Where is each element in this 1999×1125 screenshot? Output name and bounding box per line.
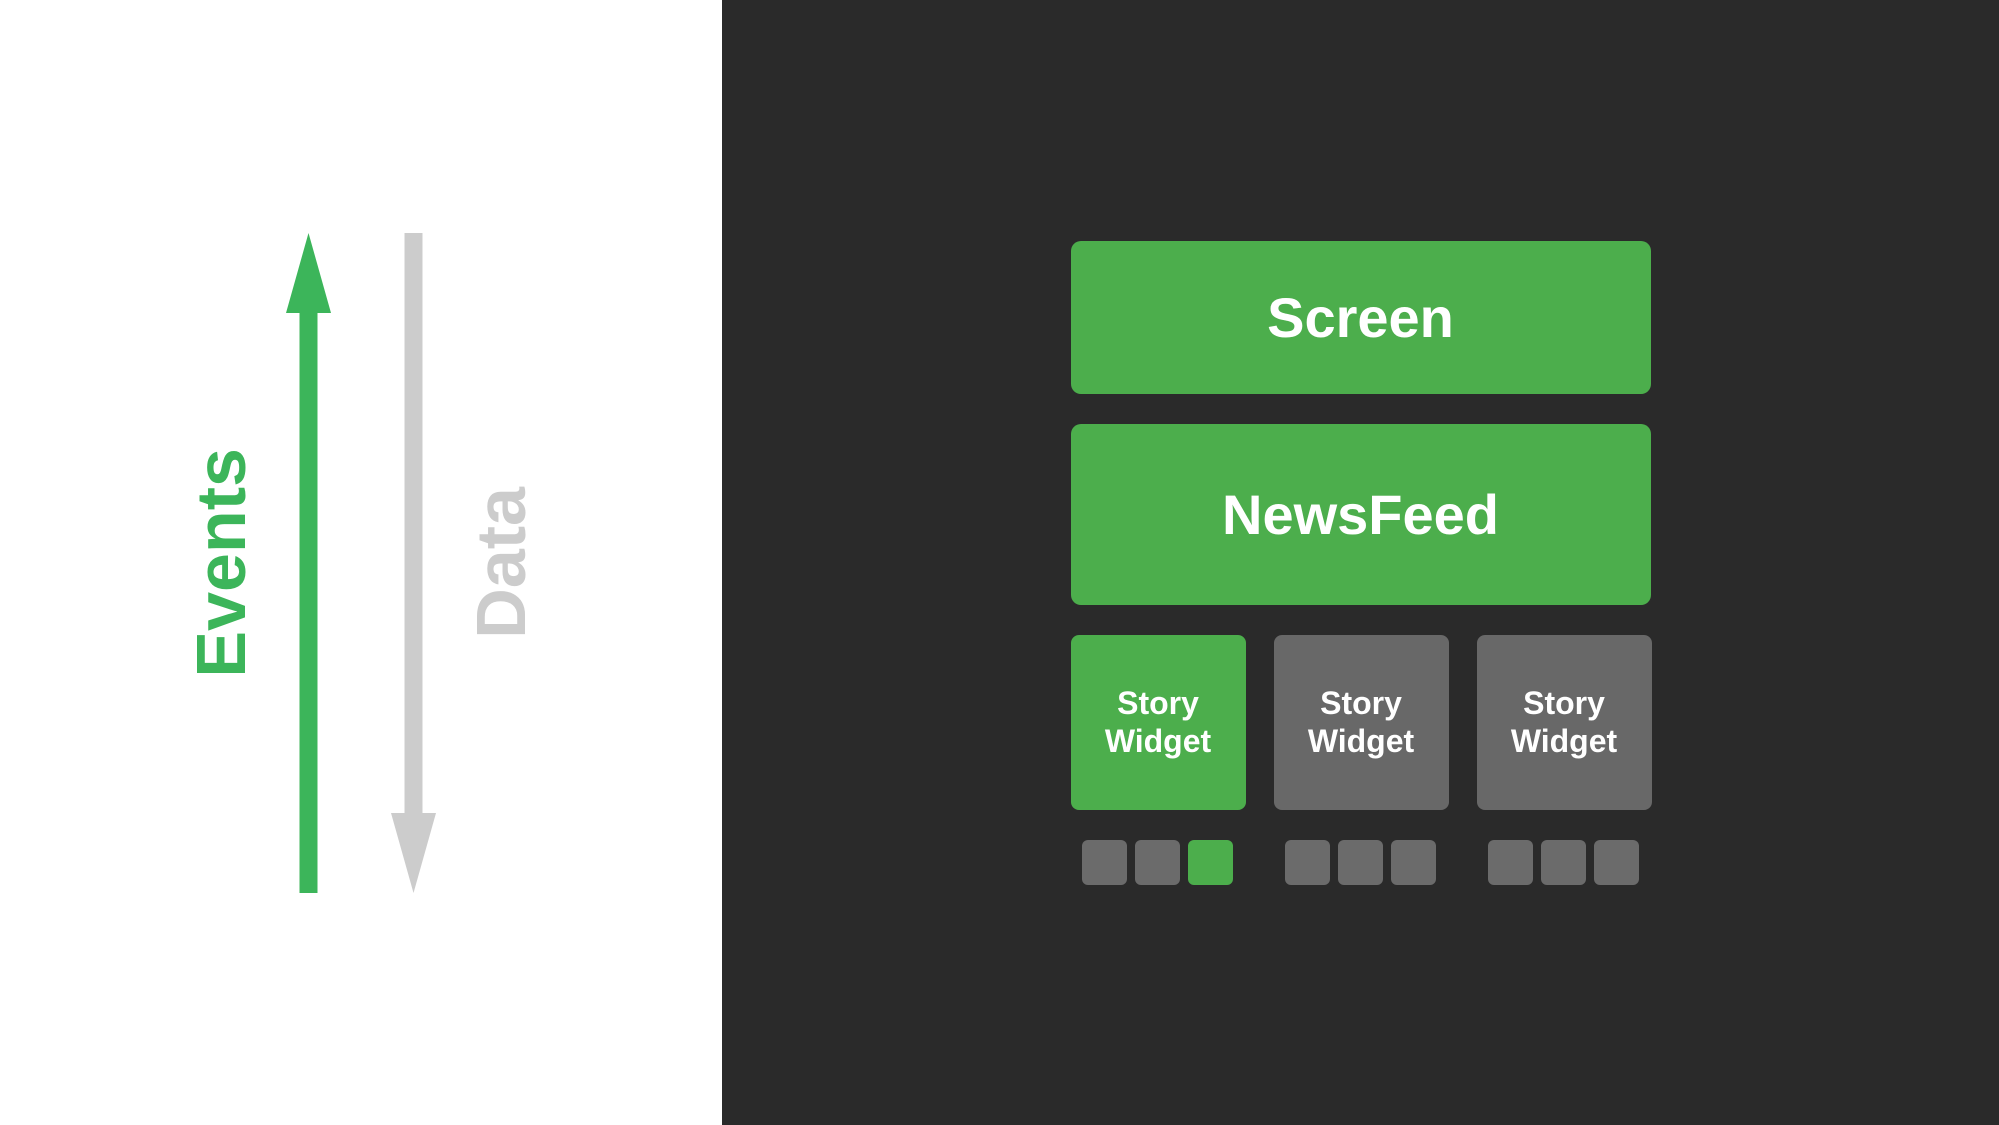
events-label: Events	[181, 448, 261, 678]
indicator-dot-2-1	[1285, 840, 1330, 885]
indicator-dot-1-2	[1135, 840, 1180, 885]
indicator-dot-1-1	[1082, 840, 1127, 885]
left-panel: Events Data	[0, 0, 722, 1125]
story-widget-1: Story Widget	[1071, 635, 1246, 810]
newsfeed-box: NewsFeed	[1071, 424, 1651, 605]
indicator-row	[1071, 840, 1651, 885]
indicator-dot-3-2	[1541, 840, 1586, 885]
story-widget-2: Story Widget	[1274, 635, 1449, 810]
screen-box: Screen	[1071, 241, 1651, 394]
indicator-group-3	[1476, 840, 1651, 885]
indicator-dot-2-2	[1338, 840, 1383, 885]
indicator-dot-2-3	[1391, 840, 1436, 885]
data-arrow-icon	[386, 233, 441, 893]
indicator-group-1	[1071, 840, 1246, 885]
indicator-group-2	[1273, 840, 1448, 885]
story-widgets-row: Story Widget Story Widget Story Widget	[1071, 635, 1651, 810]
right-panel: Screen NewsFeed Story Widget Story Widge…	[722, 0, 1999, 1125]
indicator-dot-3-1	[1488, 840, 1533, 885]
story-widget-3-label: Story Widget	[1511, 684, 1617, 761]
screen-label: Screen	[1267, 285, 1454, 350]
story-widget-1-label: Story Widget	[1105, 684, 1211, 761]
indicator-dot-3-3	[1594, 840, 1639, 885]
newsfeed-label: NewsFeed	[1222, 482, 1499, 547]
story-widget-2-label: Story Widget	[1308, 684, 1414, 761]
data-label: Data	[461, 487, 541, 639]
indicator-dot-1-3	[1188, 840, 1233, 885]
left-content: Events Data	[0, 0, 722, 1125]
story-widget-3: Story Widget	[1477, 635, 1652, 810]
events-arrow-icon	[281, 233, 336, 893]
